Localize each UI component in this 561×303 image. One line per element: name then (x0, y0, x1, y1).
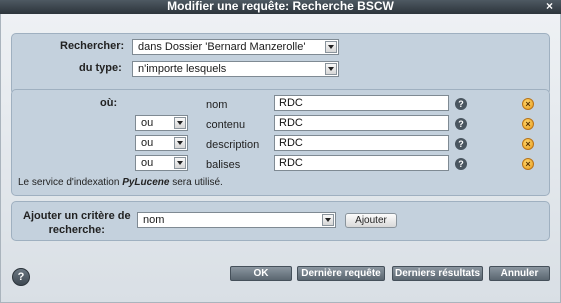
nom-input[interactable] (274, 95, 449, 111)
ok-button[interactable]: OK (230, 266, 292, 281)
ou-label: où: (100, 97, 118, 109)
help-icon[interactable]: ? (455, 118, 467, 130)
balises-input[interactable] (274, 155, 449, 171)
field-label-nom: nom (206, 99, 228, 111)
indexing-note-suffix: sera utilisé. (169, 177, 223, 188)
connector-value: ou (141, 137, 154, 149)
connector-select-description[interactable]: ou (135, 135, 188, 151)
chevron-down-icon (325, 41, 337, 53)
indexing-engine: PyLucene (122, 177, 170, 188)
connector-select-contenu[interactable]: ou (135, 115, 188, 131)
remove-criterion-icon[interactable]: × (522, 138, 534, 150)
last-results-button[interactable]: Derniers résultats (392, 266, 483, 281)
last-query-button[interactable]: Dernière requête (297, 266, 385, 281)
add-criterion-label-line2: recherche: (48, 224, 105, 236)
chevron-down-icon (325, 63, 337, 75)
chevron-down-icon (174, 137, 186, 149)
type-label: du type: (79, 62, 122, 74)
indexing-note-prefix: Le service d'indexation (18, 177, 123, 188)
description-input[interactable] (274, 135, 449, 151)
add-criterion-panel: Ajouter un critère de recherche: nom Ajo… (11, 201, 550, 241)
help-icon[interactable]: ? (455, 98, 467, 110)
chevron-down-icon (174, 157, 186, 169)
field-label-description: description (206, 139, 260, 151)
connector-select-balises[interactable]: ou (135, 155, 188, 171)
add-criterion-label: Ajouter un critère de recherche: (23, 209, 131, 237)
contenu-input[interactable] (274, 115, 449, 131)
type-select[interactable]: n'importe lesquels (132, 61, 339, 77)
remove-criterion-icon[interactable]: × (522, 158, 534, 170)
cancel-button[interactable]: Annuler (489, 266, 550, 281)
type-value: n'importe lesquels (138, 63, 227, 75)
help-icon[interactable]: ? (455, 138, 467, 150)
add-criterion-label-line1: Ajouter un critère de (23, 210, 131, 222)
add-button[interactable]: Ajouter (345, 213, 397, 228)
remove-criterion-icon[interactable]: × (522, 98, 534, 110)
scope-panel: Rechercher: dans Dossier 'Bernard Manzer… (11, 33, 550, 95)
connector-value: ou (141, 117, 154, 129)
help-icon[interactable]: ? (12, 268, 30, 286)
connector-value: ou (141, 157, 154, 169)
add-criterion-select[interactable]: nom (137, 212, 336, 228)
chevron-down-icon (174, 117, 186, 129)
title-bar: Modifier une requête: Recherche BSCW × (0, 0, 561, 14)
field-label-contenu: contenu (206, 119, 246, 131)
add-criterion-value: nom (143, 214, 165, 226)
rechercher-select[interactable]: dans Dossier 'Bernard Manzerolle' (132, 39, 339, 55)
window-title: Modifier une requête: Recherche BSCW (167, 0, 394, 13)
remove-criterion-icon[interactable]: × (522, 118, 534, 130)
rechercher-value: dans Dossier 'Bernard Manzerolle' (138, 41, 306, 53)
help-icon[interactable]: ? (455, 158, 467, 170)
field-label-balises: balises (206, 159, 241, 171)
indexing-note: Le service d'indexation PyLucene sera ut… (18, 177, 223, 188)
search-dialog: Rechercher: dans Dossier 'Bernard Manzer… (0, 14, 561, 303)
rechercher-label: Rechercher: (60, 40, 125, 52)
close-icon[interactable]: × (546, 0, 553, 12)
chevron-down-icon (322, 214, 334, 226)
criteria-panel: où: nom ? × ou contenu ? × ou descriptio… (11, 89, 550, 196)
